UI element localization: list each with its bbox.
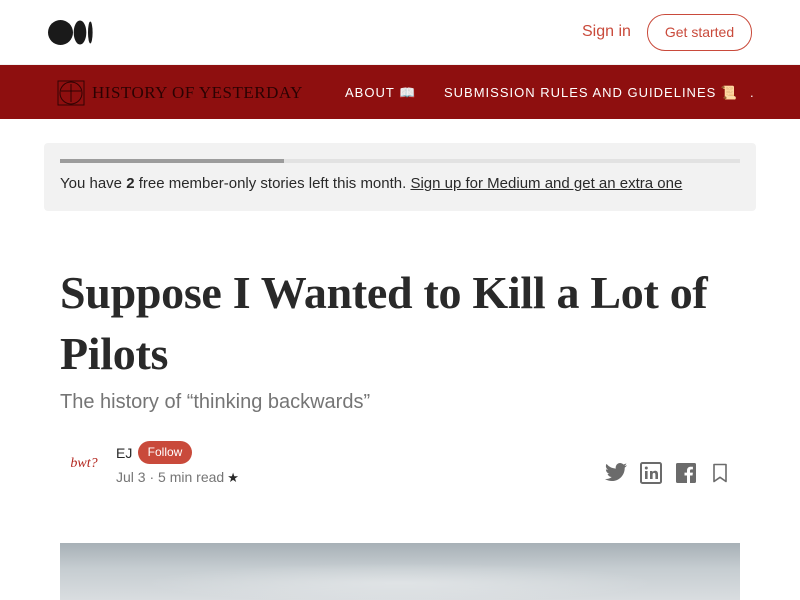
bookmark-icon[interactable] [710,462,734,484]
publication-name: HISTORY OF YESTERDAY [92,83,303,102]
article-hero-image [60,543,740,600]
author-avatar[interactable]: bwt? [60,440,108,488]
sign-up-link[interactable]: Sign up for Medium and get an extra one [410,175,682,192]
vitruvian-icon [57,80,85,106]
stories-left-count: 2 [126,175,135,192]
member-only-star-icon: ★ [227,470,239,485]
article-meta: Jul 3 · 5 min read ★ [116,469,239,486]
article-subtitle: The history of “thinking backwards” [60,391,371,413]
notice-prefix: You have [60,175,127,192]
follow-button[interactable]: Follow [138,441,192,464]
sign-in-link[interactable]: Sign in [582,23,631,41]
twitter-icon[interactable] [604,462,628,484]
notice-suffix: free member-only stories left this month… [134,175,411,192]
nav-more[interactable]: . [750,85,755,100]
member-stories-notice: You have 2 free member-only stories left… [44,143,756,211]
publication-logo[interactable]: HISTORY OF YESTERDAY [56,80,303,106]
facebook-icon[interactable] [675,462,699,484]
author-name[interactable]: EJ [116,445,132,461]
publication-nav: HISTORY OF YESTERDAY ABOUT 📖 SUBMISSION … [0,65,800,119]
read-time: 5 min read [158,469,225,485]
publish-date: Jul 3 [116,469,146,485]
nav-submission-rules[interactable]: SUBMISSION RULES AND GUIDELINES 📜 [444,85,738,101]
stories-progress-bar [60,159,740,163]
article-title: Suppose I Wanted to Kill a Lot of Pilots [60,267,708,379]
get-started-button[interactable]: Get started [647,14,752,51]
meta-separator: · [145,469,159,485]
linkedin-icon[interactable] [640,462,664,484]
notice-text: You have 2 free member-only stories left… [60,175,682,192]
stories-progress-fill [60,159,285,163]
medium-logo-icon[interactable] [48,20,94,45]
top-bar: Sign in Get started [0,0,800,65]
nav-about[interactable]: ABOUT 📖 [345,85,416,101]
